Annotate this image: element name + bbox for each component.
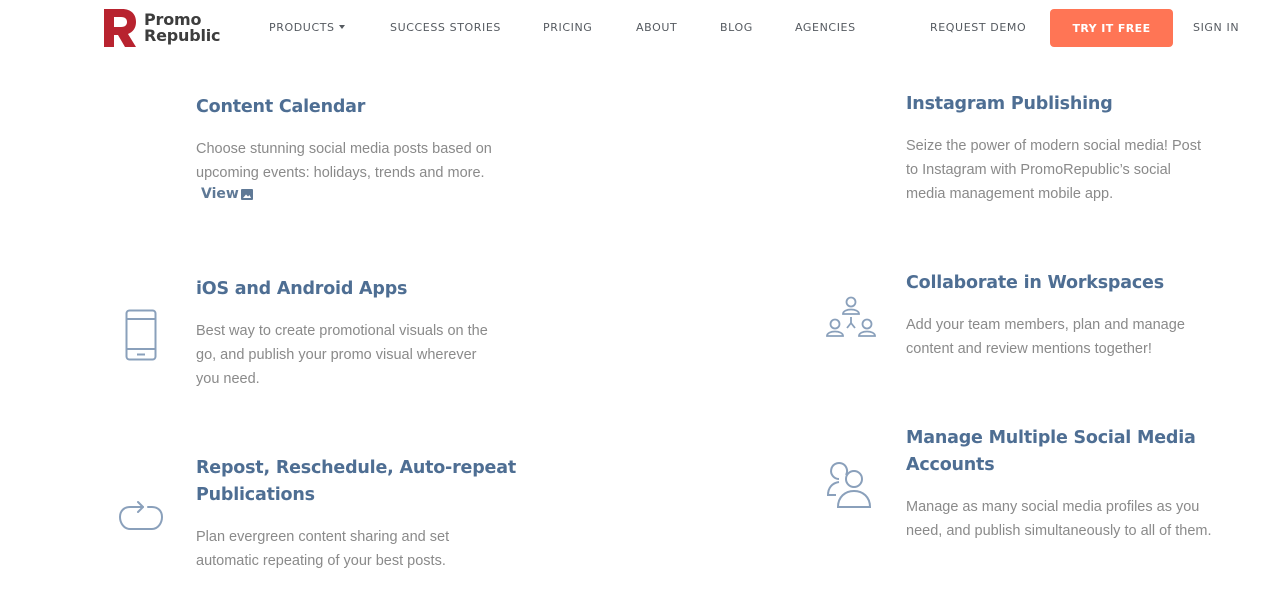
logo-wordmark: Promo Republic bbox=[144, 12, 221, 45]
logo-mark-icon bbox=[104, 9, 136, 47]
title-line: Manage Multiple Social Media bbox=[906, 428, 1196, 448]
nav-request-demo[interactable]: REQUEST DEMO bbox=[930, 21, 1026, 34]
desc-line: automatic repeating of your best posts. bbox=[196, 553, 446, 569]
feature-title: iOS and Android Apps bbox=[196, 279, 408, 299]
smartphone-icon bbox=[125, 309, 157, 361]
feature-manage-accounts: Manage Multiple Social Media Accounts Ma… bbox=[906, 425, 1246, 543]
desc-line: Add your team members, plan and manage bbox=[906, 317, 1185, 333]
logo[interactable]: Promo Republic bbox=[100, 7, 221, 49]
nav-agencies[interactable]: AGENCIES bbox=[795, 21, 856, 34]
feature-description: Add your team members, plan and manage c… bbox=[906, 313, 1236, 361]
desc-line: media management mobile app. bbox=[906, 186, 1114, 202]
nav-sign-in[interactable]: SIGN IN bbox=[1193, 21, 1239, 34]
nav-products-label: PRODUCTS bbox=[269, 21, 335, 34]
feature-description: Manage as many social media profiles as … bbox=[906, 495, 1246, 543]
repeat-icon bbox=[119, 501, 163, 530]
feature-description: Seize the power of modern social media! … bbox=[906, 134, 1236, 206]
feature-description: Choose stunning social media posts based… bbox=[196, 137, 526, 185]
view-link[interactable]: View bbox=[201, 186, 253, 202]
logo-text-line2: Republic bbox=[144, 26, 221, 45]
feature-description: Plan evergreen content sharing and set a… bbox=[196, 525, 536, 573]
desc-line: need, and publish simultaneously to all … bbox=[906, 523, 1212, 539]
users-icon bbox=[826, 462, 872, 508]
desc-line: Seize the power of modern social media! … bbox=[906, 138, 1201, 154]
desc-line: upcoming events: holidays, trends and mo… bbox=[196, 165, 485, 181]
feature-description: Best way to create promotional visuals o… bbox=[196, 319, 526, 391]
feature-instagram-publishing: Instagram Publishing Seize the power of … bbox=[906, 91, 1236, 206]
site-header: Promo Republic PRODUCTS SUCCESS STORIES … bbox=[0, 0, 1263, 56]
feature-title: Content Calendar bbox=[196, 97, 366, 117]
desc-line: Manage as many social media profiles as … bbox=[906, 499, 1200, 515]
feature-title: Instagram Publishing bbox=[906, 94, 1113, 114]
feature-repost-reschedule: Repost, Reschedule, Auto-repeat Publicat… bbox=[196, 455, 536, 573]
feature-ios-android-apps: iOS and Android Apps Best way to create … bbox=[196, 276, 526, 391]
image-icon bbox=[240, 188, 253, 200]
title-line: Repost, Reschedule, Auto-repeat bbox=[196, 458, 516, 478]
caret-down-icon bbox=[338, 25, 345, 29]
title-line: Accounts bbox=[906, 455, 995, 475]
feature-collaborate-workspaces: Collaborate in Workspaces Add your team … bbox=[906, 270, 1236, 361]
team-hierarchy-icon bbox=[826, 296, 876, 337]
desc-line: Choose stunning social media posts based… bbox=[196, 141, 492, 157]
desc-line: Best way to create promotional visuals o… bbox=[196, 323, 488, 339]
feature-title: Manage Multiple Social Media Accounts bbox=[906, 425, 1246, 479]
nav-success-stories[interactable]: SUCCESS STORIES bbox=[390, 21, 501, 34]
nav-about[interactable]: ABOUT bbox=[636, 21, 677, 34]
desc-line: Plan evergreen content sharing and set bbox=[196, 529, 450, 545]
nav-pricing[interactable]: PRICING bbox=[543, 21, 592, 34]
title-line: Publications bbox=[196, 485, 315, 505]
desc-line: you need. bbox=[196, 371, 260, 387]
feature-content-calendar: Content Calendar Choose stunning social … bbox=[196, 94, 526, 203]
feature-title: Repost, Reschedule, Auto-repeat Publicat… bbox=[196, 455, 536, 509]
nav-blog[interactable]: BLOG bbox=[720, 21, 753, 34]
desc-line: content and review mentions together! bbox=[906, 341, 1152, 357]
nav-products[interactable]: PRODUCTS bbox=[269, 21, 345, 34]
view-link-label: View bbox=[201, 186, 239, 202]
desc-line: go, and publish your promo visual wherev… bbox=[196, 347, 477, 363]
feature-title: Collaborate in Workspaces bbox=[906, 273, 1164, 293]
try-it-free-button[interactable]: TRY IT FREE bbox=[1050, 9, 1173, 47]
desc-line: to Instagram with PromoRepublic’s social bbox=[906, 162, 1171, 178]
